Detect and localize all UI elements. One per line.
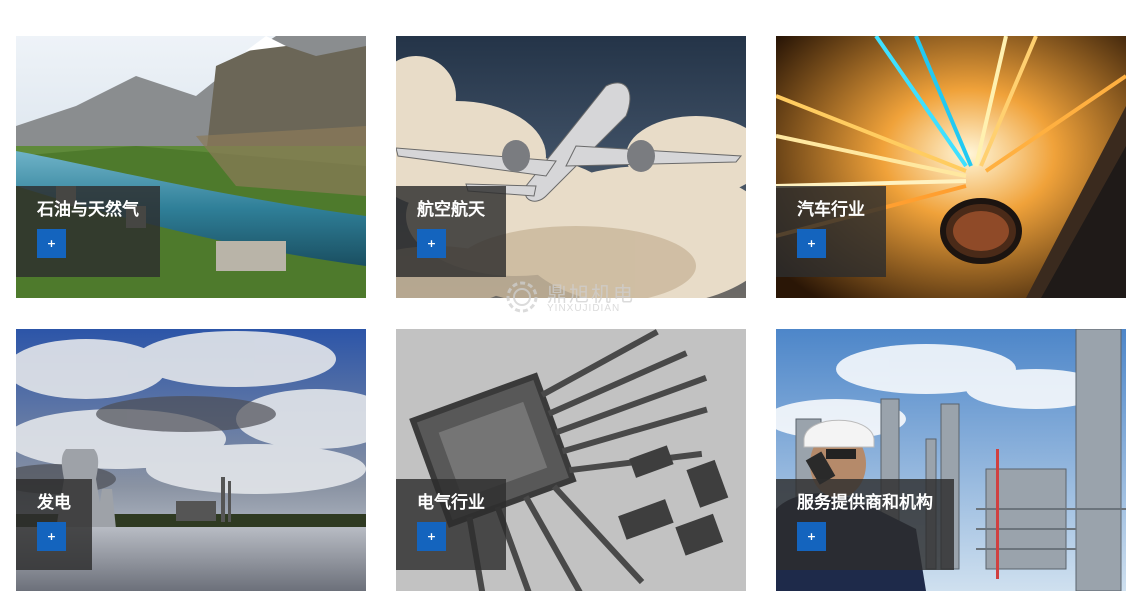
expand-button[interactable]: + <box>417 229 446 258</box>
industry-title: 汽车行业 <box>797 200 865 220</box>
watermark-english: YINXUJIDIAN <box>547 303 621 314</box>
expand-button[interactable]: + <box>797 229 826 258</box>
industry-card-aerospace[interactable]: 航空航天 + <box>396 36 746 298</box>
industry-title: 石油与天然气 <box>37 200 139 220</box>
industry-card-service-providers[interactable]: 服务提供商和机构 + <box>776 329 1126 591</box>
industry-label-box: 汽车行业 + <box>776 186 886 277</box>
industry-title: 电气行业 <box>417 493 485 513</box>
industry-label-box: 电气行业 + <box>396 479 506 570</box>
industry-card-oil-gas[interactable]: 石油与天然气 + <box>16 36 366 298</box>
industry-title: 发电 <box>37 493 71 513</box>
industry-title: 航空航天 <box>417 200 485 220</box>
industry-label-box: 服务提供商和机构 + <box>776 479 954 570</box>
gear-logo-icon <box>506 281 538 313</box>
industry-card-automotive[interactable]: 汽车行业 + <box>776 36 1126 298</box>
industry-label-box: 航空航天 + <box>396 186 506 277</box>
industry-label-box: 发电 + <box>16 479 92 570</box>
expand-button[interactable]: + <box>37 229 66 258</box>
expand-button[interactable]: + <box>417 522 446 551</box>
industry-card-power-generation[interactable]: 发电 + <box>16 329 366 591</box>
industry-label-box: 石油与天然气 + <box>16 186 160 277</box>
industry-card-electrical[interactable]: 电气行业 + <box>396 329 746 591</box>
company-watermark: 鼎旭机电 YINXUJIDIAN <box>503 276 643 318</box>
industry-title: 服务提供商和机构 <box>797 493 933 513</box>
expand-button[interactable]: + <box>37 522 66 551</box>
expand-button[interactable]: + <box>797 522 826 551</box>
